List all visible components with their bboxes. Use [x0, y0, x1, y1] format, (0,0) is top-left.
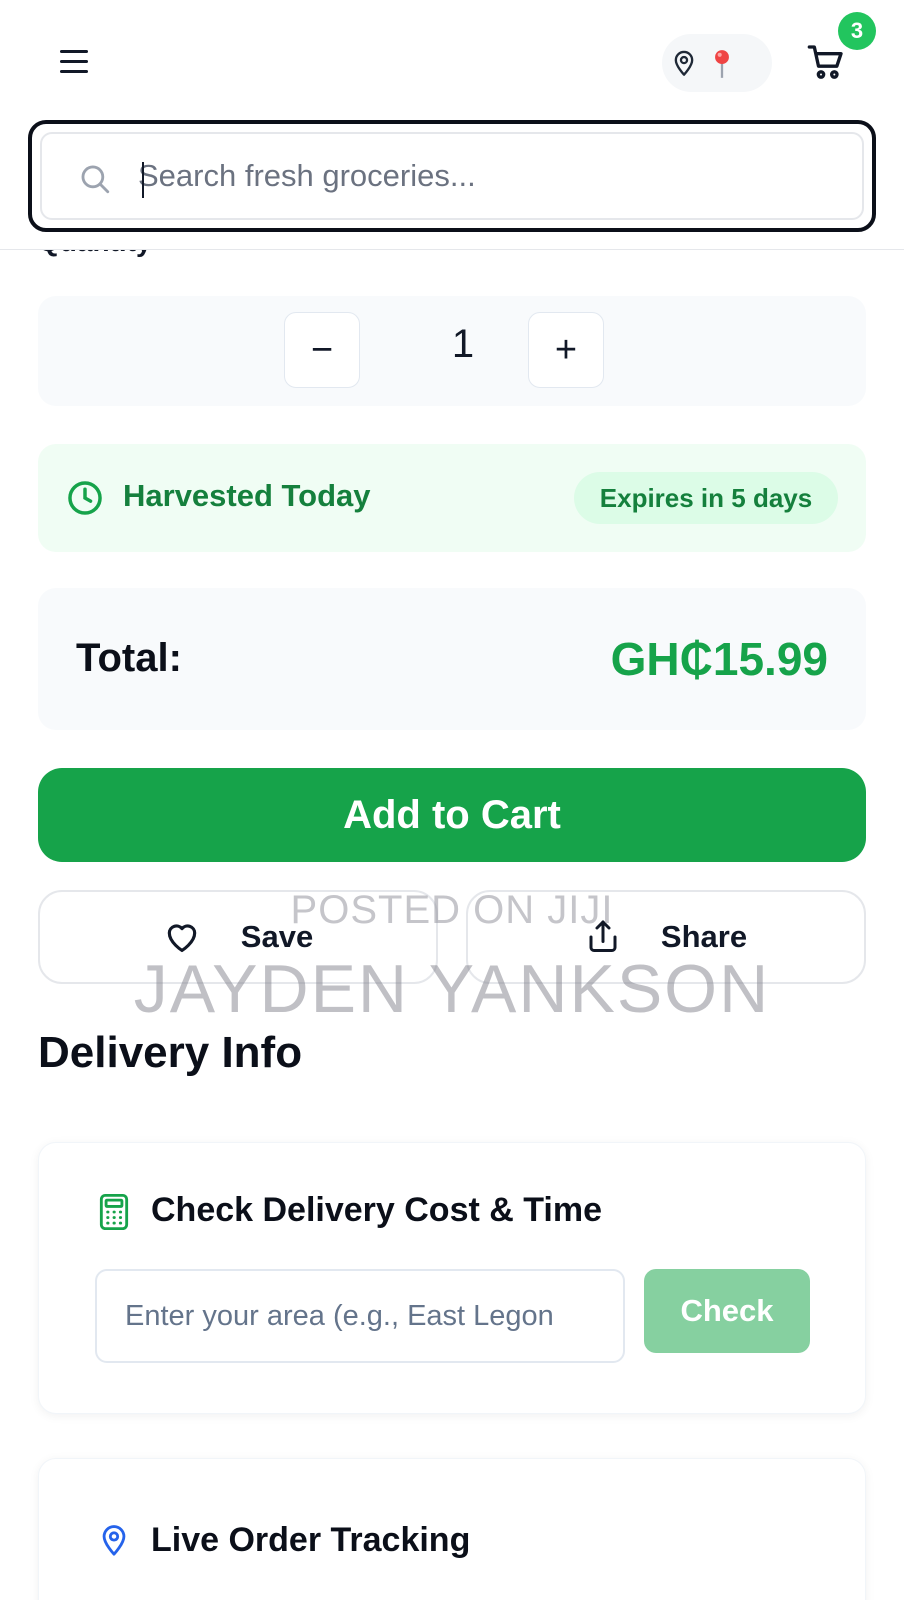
quantity-stepper: − 1 + — [38, 296, 866, 406]
total-label: Total: — [76, 636, 182, 680]
total-panel: Total: GH₵15.99 — [38, 588, 866, 730]
search-icon — [81, 165, 110, 194]
clock-icon — [68, 481, 102, 515]
expiry-badge: Expires in 5 days — [574, 472, 838, 524]
harvested-label: Harvested Today — [123, 478, 371, 513]
share-label: Share — [660, 919, 748, 954]
quantity-value: 1 — [451, 322, 475, 366]
share-icon — [589, 920, 617, 952]
calculator-icon — [99, 1193, 129, 1231]
decrease-quantity-button[interactable]: − — [284, 312, 360, 388]
add-to-cart-button[interactable]: Add to Cart — [38, 768, 866, 862]
map-pin-icon — [102, 1525, 126, 1556]
save-label: Save — [240, 919, 314, 954]
search-field-frame — [40, 132, 864, 220]
red-pin-icon — [715, 50, 729, 78]
save-button[interactable]: Save — [38, 890, 438, 984]
live-tracking-card: Live Order Tracking — [38, 1458, 866, 1600]
increase-quantity-button[interactable]: + — [528, 312, 604, 388]
live-tracking-title: Live Order Tracking — [151, 1521, 471, 1559]
delivery-cost-title: Check Delivery Cost & Time — [151, 1191, 602, 1229]
search-input[interactable] — [138, 146, 838, 206]
location-button[interactable] — [662, 34, 772, 92]
text-caret — [142, 162, 144, 198]
shopping-cart-icon — [807, 45, 843, 79]
check-delivery-button[interactable]: Check — [644, 1269, 810, 1353]
delivery-cost-card: Check Delivery Cost & Time Check — [38, 1142, 866, 1414]
share-button[interactable]: Share — [466, 890, 866, 984]
freshness-banner: Harvested Today Expires in 5 days — [38, 444, 866, 552]
cart-button[interactable] — [806, 42, 850, 86]
total-price: GH₵15.99 — [610, 633, 828, 685]
search-bar[interactable] — [28, 120, 876, 232]
cart-count-badge: 3 — [838, 12, 876, 50]
area-input[interactable] — [95, 1269, 625, 1363]
delivery-info-title: Delivery Info — [38, 1028, 303, 1077]
menu-button[interactable] — [56, 46, 92, 78]
app-header: 3 — [0, 0, 904, 250]
map-pin-outline-icon — [674, 50, 694, 76]
heart-icon — [167, 924, 197, 953]
